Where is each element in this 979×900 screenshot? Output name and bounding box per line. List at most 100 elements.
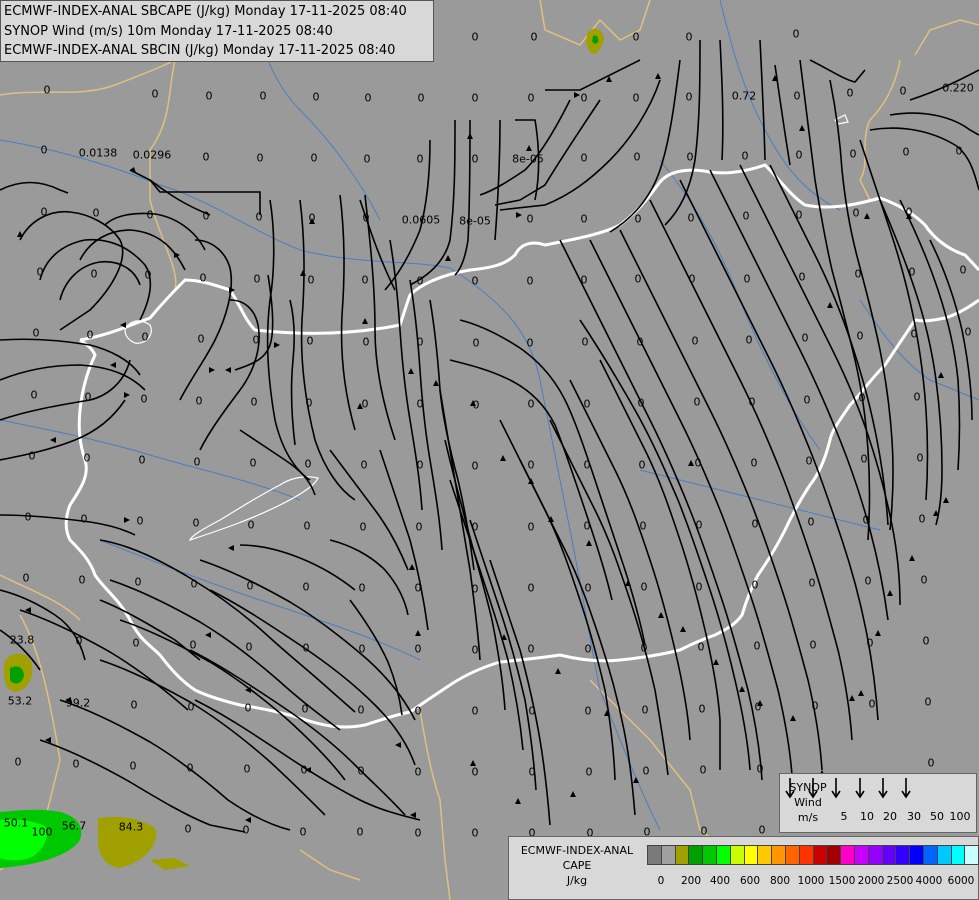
wind-legend-value: 20	[883, 810, 897, 823]
cape-point-value: 0	[913, 390, 921, 404]
cape-point-value: 0	[633, 150, 641, 164]
cape-point-value: 0	[685, 90, 693, 104]
cape-point-value: 0	[754, 700, 762, 714]
title-wind: SYNOP Wind (m/s) 10m Monday 17-11-2025 0…	[4, 23, 333, 39]
cape-point-value: 0	[686, 150, 694, 164]
cape-point-value: 0	[303, 519, 311, 533]
cape-point-value: 0	[964, 325, 972, 339]
cape-point-value: 0	[862, 513, 870, 527]
cape-point-value: 0	[414, 765, 422, 779]
cape-point-value: 0	[141, 330, 149, 344]
cape-point-value: 0	[360, 458, 368, 472]
cape-point-value: 0	[130, 698, 138, 712]
cape-point-value: 0	[756, 762, 764, 776]
cape-point-value: 0	[134, 575, 142, 589]
cape-point-value: 0	[526, 336, 534, 350]
cape-point-value: 0	[527, 458, 535, 472]
cape-color-swatch	[950, 845, 966, 865]
cape-point-value: 0	[527, 581, 535, 595]
cape-color-swatch	[716, 845, 731, 865]
cape-point-value: 0	[471, 520, 479, 534]
cape-point-value: 0	[920, 573, 928, 587]
cape-point-value: 0	[687, 211, 695, 225]
cape-point-value: 0	[905, 205, 913, 219]
cape-point-value: 0	[416, 335, 424, 349]
cape-color-swatch	[826, 845, 842, 865]
cape-color-swatch	[936, 845, 952, 865]
cape-point-value: 0	[184, 822, 192, 836]
cape-point-value: 0	[528, 704, 536, 718]
cape-color-swatch	[729, 845, 745, 865]
cape-point-value: 0	[192, 516, 200, 530]
cape-point-value: 0	[846, 86, 854, 100]
cape-point-value: 0	[358, 581, 366, 595]
cape-point-value: 0	[195, 394, 203, 408]
cape-point-value: 0	[301, 702, 309, 716]
cape-point-value: 0	[693, 395, 701, 409]
cape-point-value: 0	[299, 825, 307, 839]
cape-point-value: 0	[416, 397, 424, 411]
cape-point-value: 0	[415, 520, 423, 534]
cape-point-value: 0	[202, 209, 210, 223]
cape-point-value: 0	[193, 455, 201, 469]
cape-point-value: 0	[414, 826, 422, 840]
cape-point-value: 0	[695, 518, 703, 532]
wind-legend: SYNOP Wind m/s 5 10 20 30 50 100	[779, 773, 977, 833]
cape-point-value: 0	[924, 695, 932, 709]
cape-point-value: 0	[362, 335, 370, 349]
cape-point-value: 0	[14, 755, 22, 769]
cape-point-value: 0	[199, 271, 207, 285]
cape-point-value: 0	[691, 334, 699, 348]
cape-color-swatch	[757, 845, 773, 865]
cape-tick-label: 4000	[915, 875, 943, 887]
map-layers	[0, 0, 979, 900]
cape-point-value: 0	[306, 334, 314, 348]
weather-map[interactable]: 0 0 0 0 0 0 0 0 0 0 0 0 0 0 0 0 0 0 0.72 0 0 0 0.220 0 0.0138 0.0…	[0, 0, 979, 900]
cape-point-value: 0	[751, 517, 759, 531]
cape-point-value: 0	[471, 30, 479, 44]
cape-point-value: 0.0605	[401, 213, 441, 227]
cape-point-value: 0	[83, 451, 91, 465]
cape-point-value: 0	[471, 643, 479, 657]
cape-color-swatch	[660, 845, 676, 865]
cape-point-value: 0	[151, 87, 159, 101]
cape-legend: ECMWF-INDEX-ANAL CAPE J/kg 0 200 400 600 800…	[508, 836, 979, 900]
cape-point-value: 0	[356, 825, 364, 839]
cape-point-value: 0	[36, 265, 44, 279]
cape-point-value: 0	[40, 143, 48, 157]
cape-point-value: 0	[307, 273, 315, 287]
title-cin: ECMWF-INDEX-ANAL SBCIN (J/kg) Monday 17-…	[4, 43, 396, 58]
cape-point-value: 0	[86, 328, 94, 342]
cape-point-value: 0	[471, 459, 479, 473]
cape-point-value: 0	[361, 397, 369, 411]
cape-point-value: 0	[856, 329, 864, 343]
cape-point-value: 100	[31, 825, 53, 839]
cape-point-value: 0	[243, 762, 251, 776]
cape-color-swatch	[798, 845, 814, 865]
wind-legend-value: 10	[860, 810, 874, 823]
cape-point-value: 0	[80, 512, 88, 526]
cape-point-value: 0	[753, 639, 761, 653]
cape-point-value: 99.2	[65, 696, 91, 710]
cape-point-value: 0	[634, 272, 642, 286]
cape-point-value: 0	[471, 765, 479, 779]
cape-tick-label: 1000	[797, 875, 825, 887]
cape-point-value: 0	[750, 456, 758, 470]
cape-point-value: 0	[580, 151, 588, 165]
cape-point-value: 0	[186, 761, 194, 775]
cape-point-value: 0	[638, 458, 646, 472]
cape-point-value: 0	[361, 273, 369, 287]
map-title-box: ECMWF-INDEX-ANAL SBCAPE (J/kg) Monday 17…	[0, 0, 434, 62]
cape-point-value: 0	[642, 764, 650, 778]
cape-point-value: 0	[585, 765, 593, 779]
cape-point-value: 0	[304, 457, 312, 471]
cape-point-value: 0	[250, 395, 258, 409]
cape-point-value: 53.2	[7, 694, 33, 708]
cape-point-value: 0	[854, 267, 862, 281]
cape-point-value: 0	[144, 268, 152, 282]
cape-point-value: 0	[132, 636, 140, 650]
cape-point-value: 0	[364, 91, 372, 105]
cape-point-value: 0	[414, 581, 422, 595]
wind-legend-value: 100	[949, 810, 971, 823]
cape-point-value: 0	[205, 89, 213, 103]
